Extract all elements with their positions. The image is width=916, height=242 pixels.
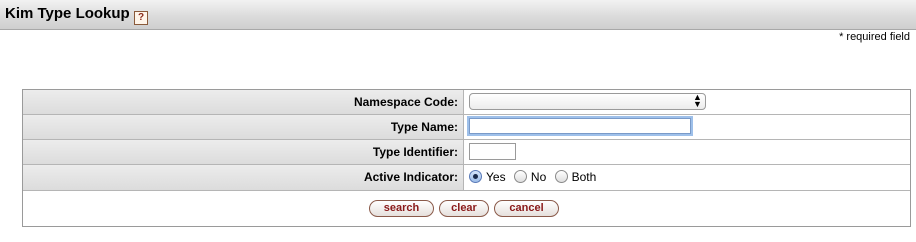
type-identifier-label: Type Identifier: xyxy=(372,145,458,159)
page: Kim Type Lookup ? * required field Names… xyxy=(0,0,916,242)
type-identifier-row: Type Identifier: xyxy=(23,140,910,165)
required-field-note: * required field xyxy=(839,31,910,43)
active-no-label: No xyxy=(530,169,547,184)
namespace-code-label: Namespace Code: xyxy=(353,95,458,109)
page-title: Kim Type Lookup xyxy=(5,5,130,22)
type-name-input[interactable] xyxy=(469,118,691,134)
help-icon[interactable]: ? xyxy=(134,11,148,25)
active-both-radio[interactable] xyxy=(554,170,568,184)
active-yes-label: Yes xyxy=(486,169,506,184)
page-header: Kim Type Lookup ? xyxy=(0,0,916,30)
namespace-code-row: Namespace Code: ▲ ▼ xyxy=(23,90,910,115)
lookup-criteria-table: Namespace Code: ▲ ▼ Type Name: Type Ident… xyxy=(22,89,911,227)
active-both-label: Both xyxy=(571,169,597,184)
active-indicator-radio-group: Yes No Both xyxy=(469,169,601,184)
active-yes-radio[interactable] xyxy=(469,170,482,184)
select-arrows-icon: ▲ ▼ xyxy=(693,92,702,109)
cancel-button[interactable]: cancel xyxy=(494,200,559,217)
namespace-code-select[interactable]: ▲ ▼ xyxy=(469,93,706,110)
active-indicator-row: Active Indicator: Yes No Both xyxy=(23,165,910,191)
search-button[interactable]: search xyxy=(369,200,434,217)
active-no-radio[interactable] xyxy=(513,170,527,184)
type-identifier-input[interactable] xyxy=(469,143,516,160)
action-button-row: search clear cancel xyxy=(23,191,910,226)
type-name-row: Type Name: xyxy=(23,115,910,140)
clear-button[interactable]: clear xyxy=(439,200,489,217)
active-indicator-label: Active Indicator: xyxy=(363,170,458,184)
type-name-label: Type Name: xyxy=(390,120,458,134)
